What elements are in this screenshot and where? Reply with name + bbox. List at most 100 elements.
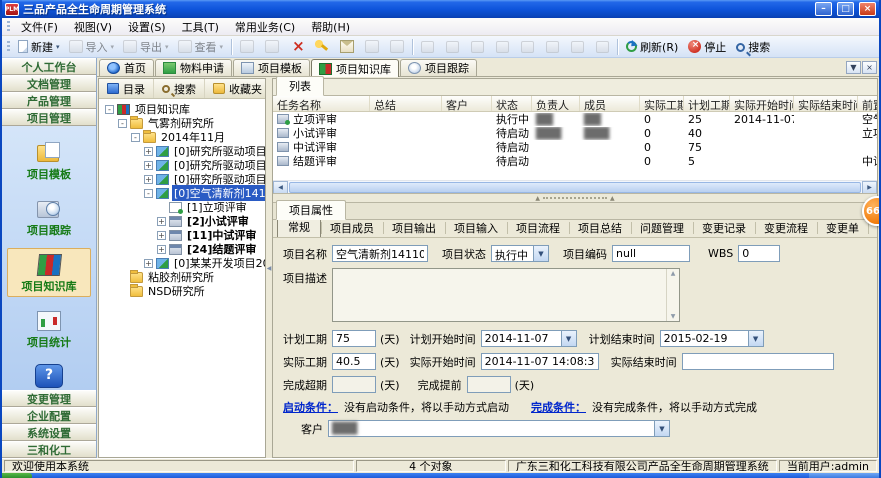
minimize-button[interactable]: –: [815, 2, 832, 16]
tree-node[interactable]: +[11]中试评审: [103, 228, 265, 242]
send-mail-button[interactable]: [336, 39, 358, 54]
sidebar-group-文档管理[interactable]: 文档管理: [2, 75, 96, 92]
collapse-icon[interactable]: -: [118, 119, 127, 128]
tree-button-收藏夹[interactable]: 收藏夹: [205, 79, 271, 98]
sidebar-item-项目统计[interactable]: 项目统计: [7, 304, 91, 353]
plan-end-select[interactable]: 2015-02-19 ▼: [660, 330, 764, 347]
tree-node[interactable]: +[2]小试评审: [103, 214, 265, 228]
checkin-button[interactable]: [417, 40, 438, 54]
tree-node[interactable]: NSD研究所: [103, 284, 265, 298]
sidebar-item-问题管理[interactable]: 问题管理: [7, 360, 91, 390]
column-header-状态[interactable]: 状态: [492, 96, 532, 111]
column-header-总结[interactable]: 总结: [370, 96, 442, 111]
menu-item-1[interactable]: 视图(V): [66, 18, 120, 36]
customer-select[interactable]: ███ ▼: [328, 420, 670, 437]
expand-icon[interactable]: +: [144, 259, 153, 268]
column-header-前置任务[interactable]: 前置任务: [858, 96, 877, 111]
pen-button[interactable]: [542, 40, 563, 54]
start-condition-link[interactable]: 启动条件：: [283, 399, 338, 415]
tab-项目模板[interactable]: 项目模板: [233, 59, 310, 76]
project-description-textarea[interactable]: ▲▼: [332, 268, 680, 322]
tree-node[interactable]: +[0]研究所驱动项目20111050: [103, 172, 265, 186]
tree-node[interactable]: [1]立项评审: [103, 200, 265, 214]
expand-icon[interactable]: +: [157, 231, 166, 240]
tree-node[interactable]: -项目知识库: [103, 102, 265, 116]
view-button[interactable]: 查看▾: [174, 38, 228, 56]
maximize-button[interactable]: □: [837, 2, 854, 16]
tab-project-properties[interactable]: 项目属性: [276, 200, 346, 220]
inner-tab-项目成员[interactable]: 项目成员: [321, 220, 383, 237]
finish-condition-link[interactable]: 完成条件：: [531, 399, 586, 415]
inner-tab-项目总结[interactable]: 项目总结: [569, 220, 631, 237]
inner-tab-变更单[interactable]: 变更单: [817, 220, 868, 237]
search-button[interactable]: 搜索: [732, 38, 774, 56]
stop-button[interactable]: 停止: [684, 38, 730, 56]
sidebar-group-变更管理[interactable]: 变更管理: [2, 390, 96, 407]
tree-node[interactable]: +[0]某某开发项目201412: [103, 256, 265, 270]
sidebar-group-企业配置[interactable]: 企业配置: [2, 407, 96, 424]
column-header-实际工期[interactable]: 实际工期: [640, 96, 684, 111]
menu-item-2[interactable]: 设置(S): [120, 18, 174, 36]
table-row[interactable]: 结题评审待启动05中试评: [273, 154, 877, 168]
tab-项目知识库[interactable]: 项目知识库: [311, 59, 399, 77]
scroll-left-button[interactable]: ◀: [273, 181, 288, 194]
tree-node[interactable]: 粘胶剂研究所: [103, 270, 265, 284]
ahead-input[interactable]: [467, 376, 511, 393]
plan-start-select[interactable]: 2014-11-07 ▼: [481, 330, 577, 347]
overdue-input[interactable]: [332, 376, 376, 393]
cut-button[interactable]: [236, 39, 258, 54]
inner-tab-变更记录[interactable]: 变更记录: [693, 220, 755, 237]
collapse-icon[interactable]: -: [144, 189, 153, 198]
import-button[interactable]: 导入▾: [65, 38, 119, 56]
tab-项目跟踪[interactable]: 项目跟踪: [400, 59, 477, 76]
inner-tab-项目流程[interactable]: 项目流程: [507, 220, 569, 237]
tab-首页[interactable]: 首页: [99, 59, 154, 76]
actual-duration-input[interactable]: [332, 353, 376, 370]
print-button[interactable]: [361, 39, 383, 54]
undo-button[interactable]: [492, 40, 513, 54]
column-header-成员[interactable]: 成员: [580, 96, 640, 111]
close-button[interactable]: ×: [859, 2, 876, 16]
textarea-scrollbar[interactable]: ▲▼: [666, 269, 679, 321]
project-code-input[interactable]: [612, 245, 690, 262]
inner-tab-常规[interactable]: 常规: [277, 220, 321, 238]
tab-物料申请[interactable]: 物料申请: [155, 59, 232, 76]
checkout-button[interactable]: [442, 40, 463, 54]
menu-item-3[interactable]: 工具(T): [174, 18, 227, 36]
tab-list[interactable]: 列表: [276, 76, 324, 96]
copy-button[interactable]: [261, 39, 283, 54]
chevron-down-icon[interactable]: ▼: [561, 331, 576, 346]
scroll-thumb[interactable]: [289, 182, 861, 193]
inner-tab-问题管理[interactable]: 问题管理: [631, 220, 693, 237]
expand-icon[interactable]: +: [144, 147, 153, 156]
inner-tab-项目输入[interactable]: 项目输入: [445, 220, 507, 237]
expand-icon[interactable]: +: [157, 217, 166, 226]
table-row[interactable]: 立项评审执行中████0252014-11-07空气清: [273, 112, 877, 126]
tree-node[interactable]: +[0]研究所驱动项目: [103, 144, 265, 158]
approve-button[interactable]: [567, 40, 588, 54]
export-button[interactable]: 导出▾: [119, 38, 173, 56]
column-header-任务名称[interactable]: 任务名称: [273, 96, 370, 111]
horizontal-scrollbar[interactable]: ◀ ▶: [273, 180, 877, 193]
chevron-down-icon[interactable]: ▼: [654, 421, 669, 436]
menu-item-0[interactable]: 文件(F): [13, 18, 66, 36]
sidebar-group-个人工作台[interactable]: 个人工作台: [2, 58, 96, 75]
edit-button[interactable]: [467, 40, 488, 54]
inner-tab-变更流程[interactable]: 变更流程: [755, 220, 817, 237]
project-status-select[interactable]: 执行中 ▼: [491, 245, 549, 262]
expand-icon[interactable]: +: [144, 161, 153, 170]
sidebar-group-系统设置[interactable]: 系统设置: [2, 424, 96, 441]
new-page-button[interactable]: 新建▾: [14, 38, 64, 56]
project-name-input[interactable]: [332, 245, 428, 262]
tree-node[interactable]: +[0]研究所驱动项目20141105: [103, 158, 265, 172]
tree-node[interactable]: -[0]空气清新剂141107: [103, 186, 265, 200]
attach-button[interactable]: [386, 39, 408, 54]
actual-end-input[interactable]: [682, 353, 834, 370]
chevron-down-icon[interactable]: ▼: [533, 246, 548, 261]
tree-button-搜索[interactable]: 搜索: [154, 79, 205, 98]
stamp-button[interactable]: [592, 40, 613, 54]
collapse-icon[interactable]: -: [105, 105, 114, 114]
table-row[interactable]: 小试评审待启动██████040立项评: [273, 126, 877, 140]
table-row[interactable]: 中试评审待启动075: [273, 140, 877, 154]
sidebar-item-项目跟踪[interactable]: 项目跟踪: [7, 192, 91, 241]
